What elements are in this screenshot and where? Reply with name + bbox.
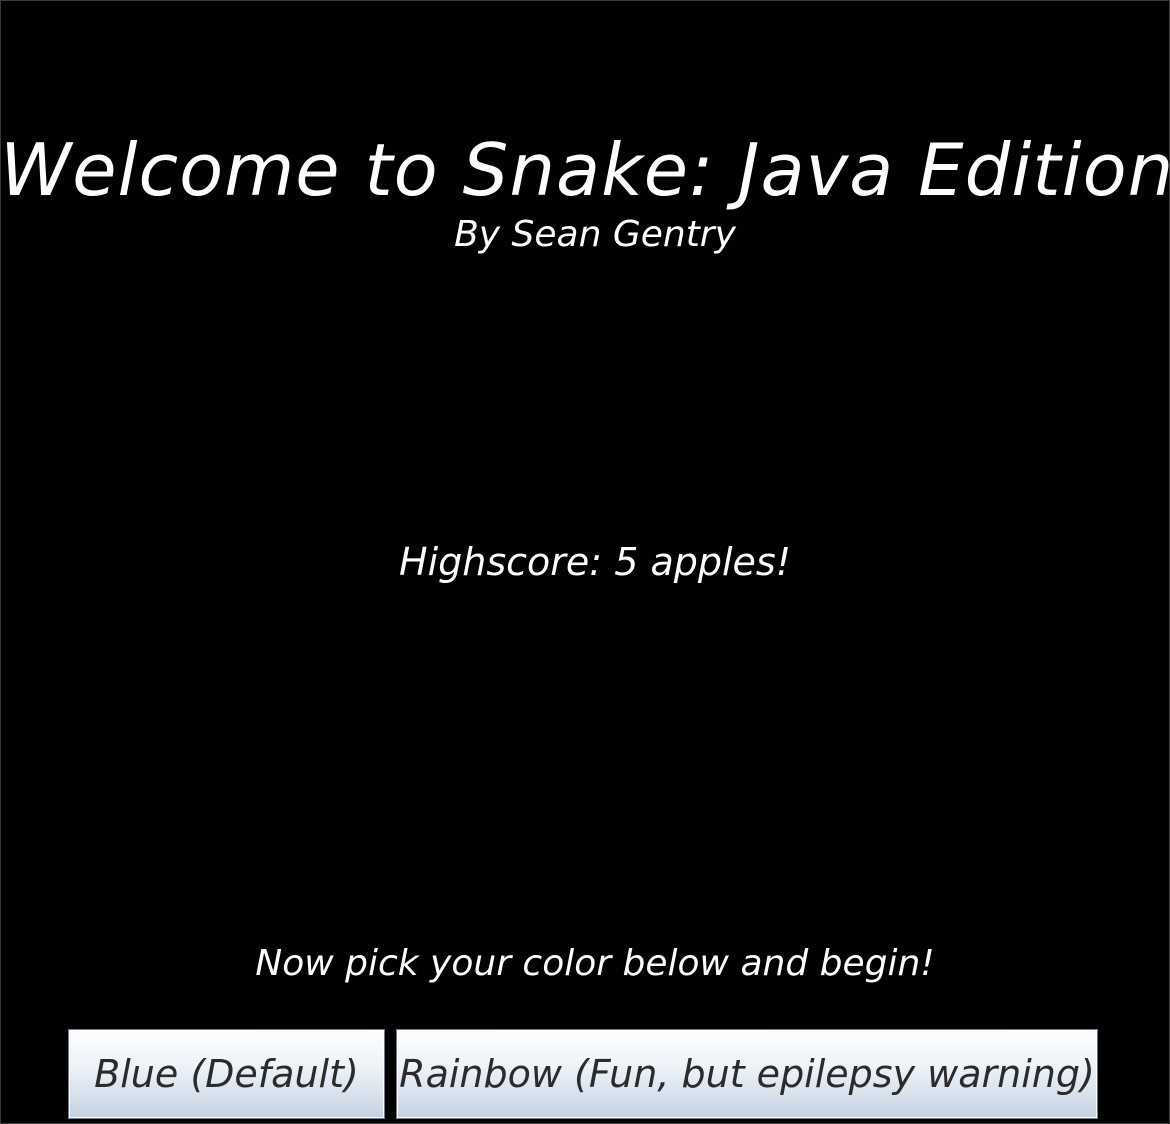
game-title: Welcome to Snake: Java Edition <box>0 128 1170 212</box>
blue-color-button[interactable]: Blue (Default) <box>68 1029 385 1119</box>
author-subtitle: By Sean Gentry <box>454 214 736 255</box>
rainbow-color-button[interactable]: Rainbow (Fun, but epilepsy warning) <box>396 1029 1098 1119</box>
blue-color-button-label: Blue (Default) <box>94 1052 359 1096</box>
highscore-text: Highscore: 5 apples! <box>399 540 791 584</box>
color-prompt: Now pick your color below and begin! <box>255 943 935 984</box>
rainbow-color-button-label: Rainbow (Fun, but epilepsy warning) <box>399 1052 1095 1096</box>
